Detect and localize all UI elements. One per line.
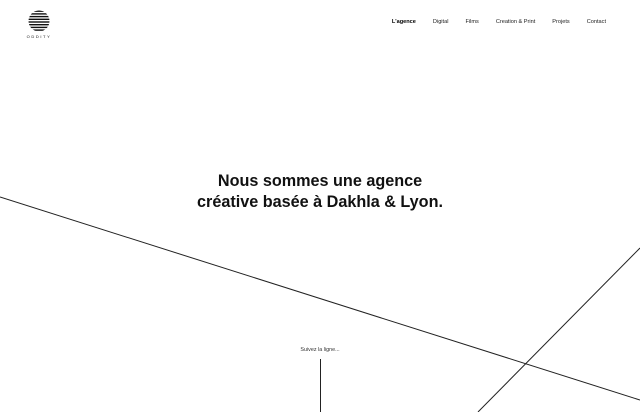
nav-item-projets[interactable]: Projets — [552, 18, 569, 26]
diagonal-line-short — [477, 247, 640, 412]
nav-item-agence[interactable]: L'agence — [392, 18, 416, 26]
hero-heading: Nous sommes une agence créative basée à … — [0, 171, 640, 213]
hero-line-2: créative basée à Dakhla & Lyon. — [197, 193, 443, 211]
nav-item-creation-print[interactable]: Creation & Print — [496, 18, 535, 26]
main-nav: L'agence Digital Films Creation & Print … — [375, 18, 606, 26]
logo-wordmark: ODDITY — [26, 34, 52, 39]
scroll-prompt-link[interactable]: Suivez la ligne... — [290, 347, 350, 353]
logo-stripes-icon — [28, 10, 50, 31]
scroll-vertical-line — [320, 359, 321, 412]
logo[interactable]: ODDITY — [27, 10, 51, 39]
nav-item-digital[interactable]: Digital — [433, 18, 449, 26]
page: ODDITY L'agence Digital Films Creation &… — [0, 0, 640, 412]
nav-item-films[interactable]: Films — [465, 18, 478, 26]
nav-item-contact[interactable]: Contact — [587, 18, 606, 26]
hero-line-1: Nous sommes une agence — [217, 172, 423, 190]
